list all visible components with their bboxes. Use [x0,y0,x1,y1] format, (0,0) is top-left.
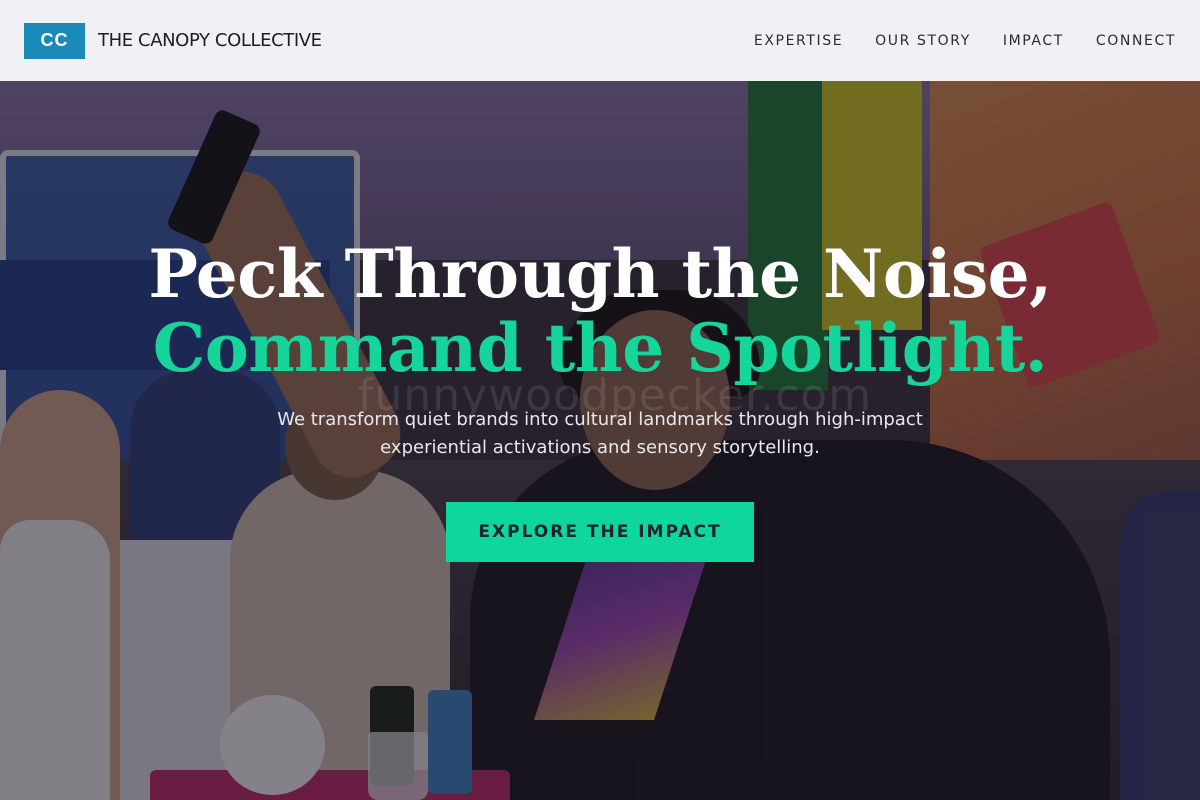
logo-badge[interactable]: CC [24,22,85,59]
hero-section: funnywoodpecker.com Peck Through the Noi… [0,0,1200,800]
headline-line-2: Command the Spotlight. [152,309,1048,387]
nav-link-impact[interactable]: IMPACT [1003,33,1064,49]
site-header: CC THE CANOPY COLLECTIVE EXPERTISE OUR S… [0,0,1200,81]
hero-headline: Peck Through the Noise, Command the Spot… [0,236,1200,384]
nav-link-our-story[interactable]: OUR STORY [875,33,971,49]
nav-link-connect[interactable]: CONNECT [1096,33,1176,49]
main-nav: EXPERTISE OUR STORY IMPACT CONNECT [754,33,1176,49]
brand-name[interactable]: THE CANOPY COLLECTIVE [98,30,322,51]
hero-subtitle: We transform quiet brands into cultural … [277,409,923,458]
nav-link-expertise[interactable]: EXPERTISE [754,33,843,49]
explore-impact-button[interactable]: EXPLORE THE IMPACT [446,502,754,562]
headline-line-1: Peck Through the Noise, [148,235,1052,313]
